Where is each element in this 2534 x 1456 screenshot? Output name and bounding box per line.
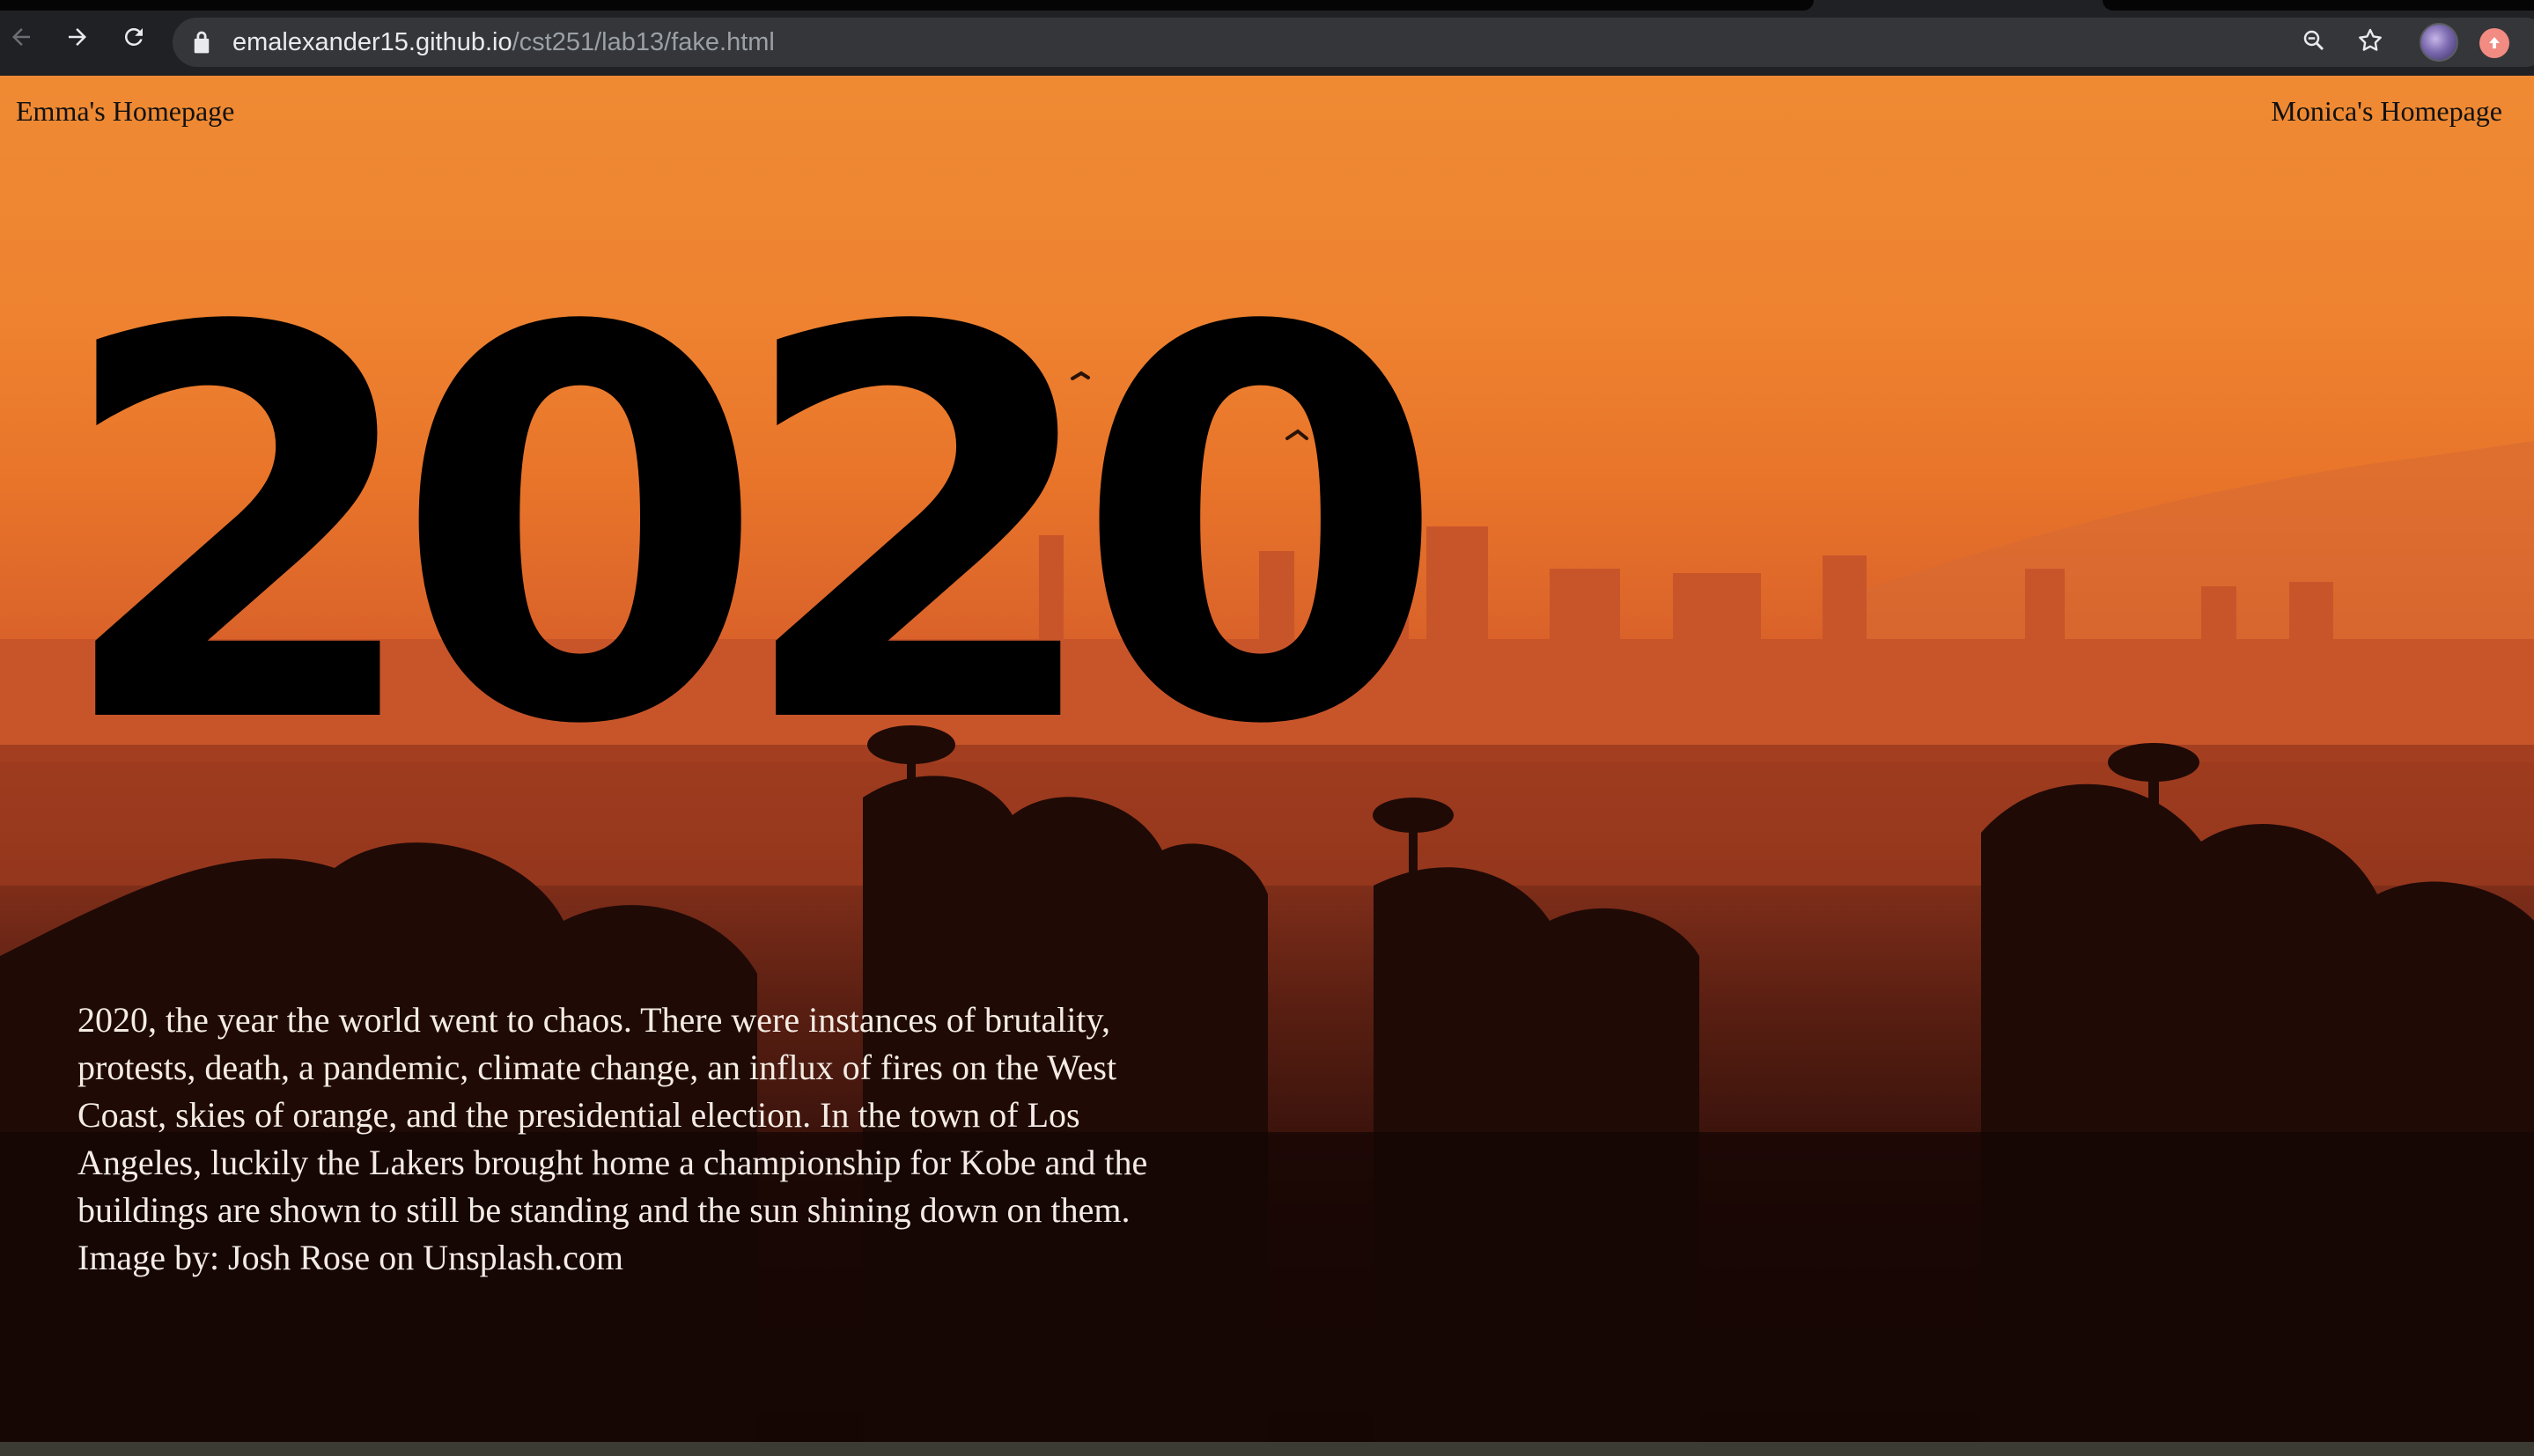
headline-2020: 2020 (53, 217, 1447, 842)
forward-icon (69, 28, 86, 46)
address-bar[interactable]: emalexander15.github.io/cst251/lab13/fak… (173, 18, 2534, 67)
caption-line: protests, death, a pandemic, climate cha… (77, 1048, 1117, 1087)
forward-button[interactable] (60, 19, 95, 55)
back-button[interactable] (4, 19, 39, 55)
extension-button[interactable] (2479, 28, 2509, 58)
url-host: emalexander15.github.io (232, 28, 512, 56)
back-icon (12, 28, 30, 46)
tab-strip (0, 0, 2534, 12)
monicas-homepage-link[interactable]: Monica's Homepage (2271, 95, 2502, 128)
tab[interactable] (2103, 0, 2534, 11)
bottom-edge (0, 1442, 2534, 1456)
zoom-icon (2303, 30, 2324, 51)
photo-credit: Image by: Josh Rose on Unsplash.com (77, 1238, 623, 1277)
bookmark-star-icon (2359, 28, 2382, 51)
caption-line: 2020, the year the world went to chaos. … (77, 1000, 1110, 1040)
caption-line: buildings are shown to still be standing… (77, 1190, 1131, 1230)
reload-button[interactable] (116, 19, 151, 55)
profile-avatar[interactable] (2420, 23, 2458, 62)
lock-icon (194, 31, 210, 54)
caption-line: Coast, skies of orange, and the presiden… (77, 1095, 1080, 1135)
reload-icon (124, 27, 143, 46)
browser-toolbar: emalexander15.github.io/cst251/lab13/fak… (0, 0, 2534, 76)
extension-icon (2489, 37, 2500, 48)
caption-paragraph: 2020, the year the world went to chaos. … (77, 996, 1345, 1282)
url-path: /cst251/lab13/fake.html (512, 28, 775, 56)
caption-line: Angeles, luckily the Lakers brought home… (77, 1143, 1148, 1182)
web-page: Emma's Homepage Monica's Homepage 2020 2… (0, 76, 2534, 1442)
tab[interactable] (0, 0, 1814, 11)
emmas-homepage-link[interactable]: Emma's Homepage (16, 95, 234, 128)
zoom-button[interactable] (2298, 25, 2330, 56)
url-text: emalexander15.github.io/cst251/lab13/fak… (232, 18, 775, 67)
bookmark-button[interactable] (2354, 25, 2386, 56)
